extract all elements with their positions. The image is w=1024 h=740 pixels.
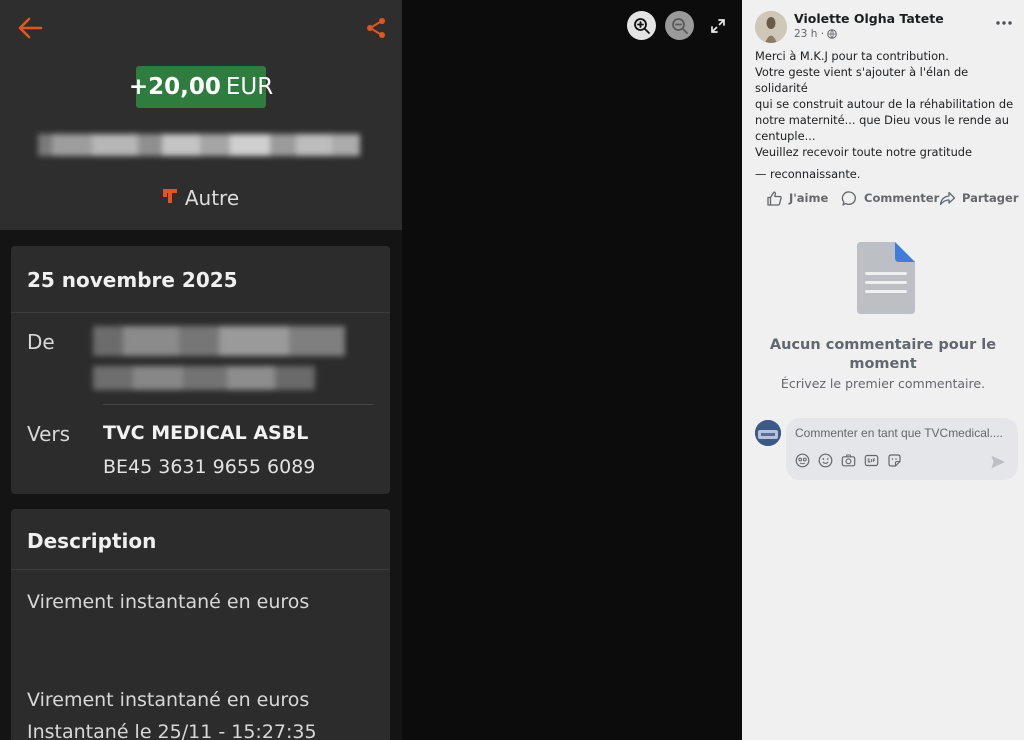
- post-line: Votre geste vient s'ajouter à l'élan de …: [755, 65, 969, 95]
- like-button[interactable]: J'aime: [766, 186, 828, 210]
- empty-comments-subtitle: Écrivez le premier commentaire.: [780, 376, 986, 391]
- zoom-out-button[interactable]: [665, 11, 694, 40]
- recipient-iban: BE45 3631 9655 6089: [103, 456, 316, 478]
- like-label: J'aime: [789, 191, 829, 205]
- post-line: Merci à M.K.J pour ta contribution.: [755, 49, 949, 63]
- commenter-avatar[interactable]: [755, 420, 781, 446]
- photo-viewer: [402, 0, 742, 740]
- share-arrow-icon: [939, 191, 956, 205]
- camera-icon[interactable]: [841, 453, 856, 468]
- avatar-sticker-icon[interactable]: [795, 453, 810, 468]
- fullscreen-button[interactable]: [703, 11, 732, 40]
- share-icon[interactable]: [364, 16, 388, 40]
- back-arrow-icon[interactable]: [16, 14, 44, 42]
- share-button[interactable]: Partager: [939, 186, 1019, 210]
- category-label: Autre: [184, 186, 240, 210]
- screen: +20,00 EUR Autre 25 novembre 2025 De Ver…: [0, 0, 1024, 740]
- description-line: Virement instantané en euros: [27, 591, 310, 613]
- author-avatar[interactable]: [755, 11, 787, 43]
- amount-badge: +20,00 EUR: [129, 66, 273, 108]
- description-card: Description Virement instantané en euros…: [11, 509, 390, 740]
- redacted-sender-name: [38, 134, 360, 156]
- divider: [103, 404, 373, 405]
- fullscreen-icon: [710, 18, 725, 33]
- post-line: Veuillez recevoir toute notre gratitude: [755, 145, 973, 159]
- comment-tools: [795, 453, 910, 468]
- avatar-photo: [755, 11, 787, 43]
- transaction-header: +20,00 EUR Autre: [0, 0, 402, 230]
- zoom-in-button[interactable]: [627, 11, 656, 40]
- commenter-avatar-image: [755, 420, 781, 446]
- redacted-sender-account: [93, 326, 345, 356]
- description-heading: Description: [27, 529, 157, 553]
- transaction-category: Autre: [0, 186, 402, 210]
- empty-comments-title: Aucun commentaire pour le moment: [769, 337, 997, 372]
- post-signature: — reconnaissante.: [755, 167, 861, 181]
- post-actions: J'aime Commenter Partager: [742, 186, 1024, 210]
- share-label: Partager: [962, 191, 1019, 205]
- post-line: notre maternité... que Dieu vous le rend…: [755, 113, 1009, 127]
- emoji-icon[interactable]: [818, 453, 833, 468]
- zoom-out-icon: [671, 17, 688, 34]
- gif-icon[interactable]: [864, 453, 879, 468]
- post-author[interactable]: Violette Olgha Tatete: [794, 11, 944, 26]
- comment-label: Commenter: [864, 191, 940, 205]
- post-meta: 23 h ·: [794, 28, 837, 40]
- sticker-icon[interactable]: [887, 453, 902, 468]
- post-panel: Violette Olgha Tatete 23 h · Merci à M.K…: [742, 0, 1024, 740]
- more-options-icon[interactable]: [995, 16, 1013, 30]
- description-line: Virement instantané en euros: [27, 689, 310, 711]
- recipient-name: TVC MEDICAL ASBL: [103, 422, 309, 444]
- send-icon[interactable]: [990, 454, 1006, 470]
- post-line: qui se construit autour de la réhabilita…: [755, 97, 1014, 111]
- to-label: Vers: [27, 422, 71, 446]
- transaction-details-card: 25 novembre 2025 De Vers TVC MEDICAL ASB…: [11, 246, 390, 494]
- redacted-sender-iban: [93, 366, 315, 390]
- comment-composer: [786, 418, 1018, 480]
- category-tag-icon: [162, 189, 177, 203]
- amount-currency: EUR: [225, 74, 274, 100]
- divider: [11, 312, 390, 313]
- amount-value: +20,00: [128, 74, 221, 100]
- divider: [11, 569, 390, 570]
- post-text: Merci à M.K.J pour ta contribution. Votr…: [755, 48, 1017, 182]
- comment-input[interactable]: [795, 424, 1011, 442]
- description-line: Instantané le 25/11 - 15:27:35: [27, 721, 317, 740]
- empty-comments-document-icon: [857, 242, 915, 314]
- post-time[interactable]: 23 h ·: [794, 28, 824, 40]
- post-line: centuple...: [755, 129, 816, 143]
- comment-button[interactable]: Commenter: [841, 186, 939, 210]
- transaction-date: 25 novembre 2025: [27, 268, 238, 292]
- bank-transaction-view: +20,00 EUR Autre 25 novembre 2025 De Ver…: [0, 0, 402, 740]
- comment-bubble-icon: [841, 190, 856, 206]
- thumbs-up-icon: [767, 190, 782, 206]
- zoom-in-icon: [633, 17, 650, 34]
- from-label: De: [27, 330, 55, 354]
- globe-icon: [827, 29, 837, 39]
